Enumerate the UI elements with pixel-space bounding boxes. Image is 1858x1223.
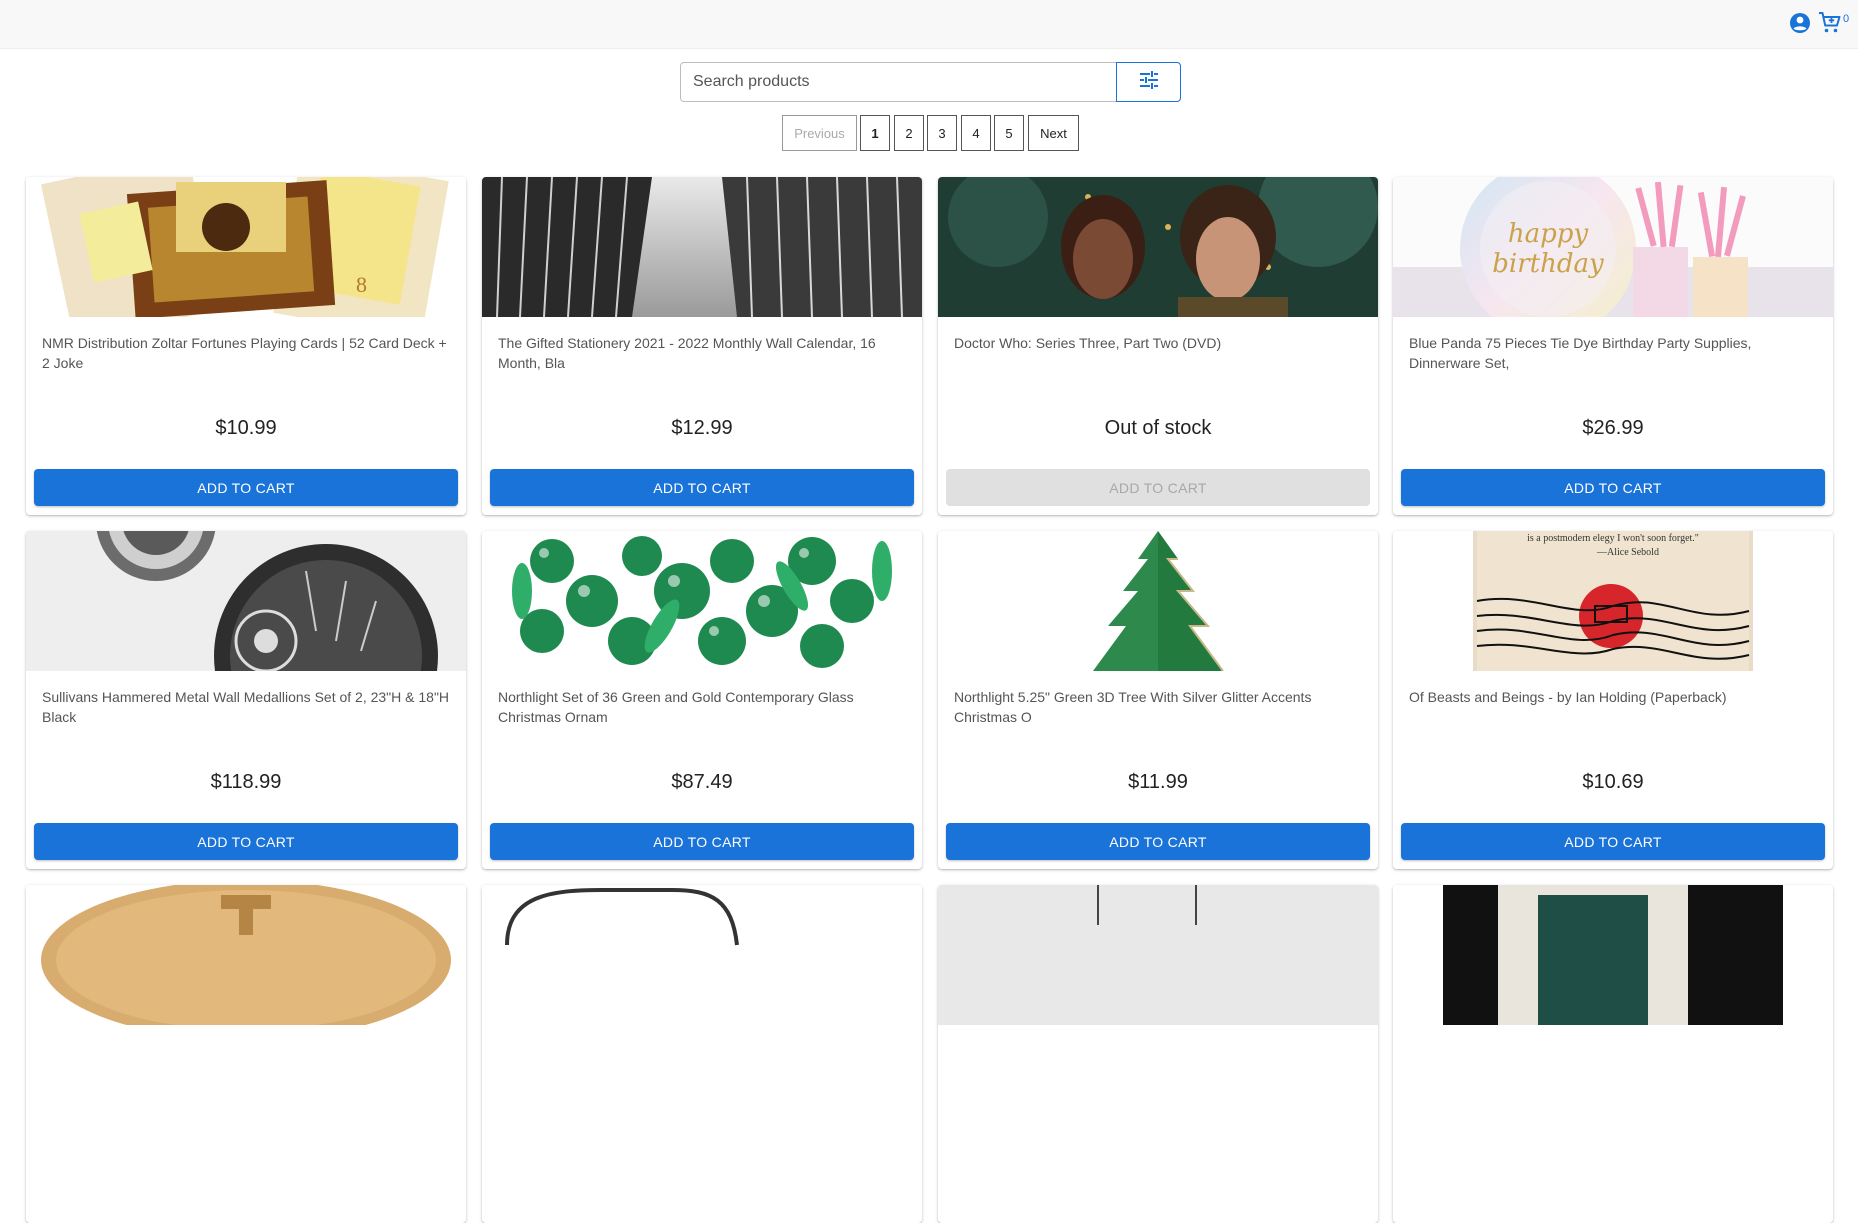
product-price: $118.99 <box>210 771 282 793</box>
plate-text: birthday <box>1492 249 1604 279</box>
account-circle-icon[interactable] <box>1788 11 1812 35</box>
product-image[interactable]: 8 <box>26 177 466 317</box>
product-title[interactable]: Doctor Who: Series Three, Part Two (DVD) <box>954 333 1364 353</box>
product-card: Northlight Set of 36 Green and Gold Cont… <box>482 531 922 869</box>
product-card: is a postmodern elegy I won't soon forge… <box>1393 531 1833 869</box>
add-to-cart-button[interactable]: ADD TO CART <box>946 823 1370 860</box>
page-4-button[interactable]: 4 <box>961 115 991 151</box>
book-cover-quote: is a postmodern elegy I won't soon forge… <box>1527 533 1699 544</box>
product-card: happy birthday Blue Panda 75 Pieces Tie … <box>1393 177 1833 515</box>
product-price: $87.49 <box>671 771 733 793</box>
svg-text:8: 8 <box>356 272 367 297</box>
filter-button[interactable] <box>1116 62 1181 102</box>
product-title[interactable]: The Gifted Stationery 2021 - 2022 Monthl… <box>498 333 908 373</box>
add-to-cart-button[interactable]: ADD TO CART <box>34 823 458 860</box>
shopping-cart-icon <box>1818 11 1842 35</box>
top-app-bar: 0 <box>0 0 1858 49</box>
product-image[interactable] <box>482 885 922 1025</box>
product-card: Sullivans Hammered Metal Wall Medallions… <box>26 531 466 869</box>
product-card <box>26 885 466 1223</box>
add-to-cart-button[interactable]: ADD TO CART <box>1401 823 1825 860</box>
previous-page-button[interactable]: Previous <box>782 115 857 151</box>
product-price: $10.69 <box>1582 771 1644 793</box>
next-page-button[interactable]: Next <box>1028 115 1079 151</box>
product-card: 8 NMR Distribution Zoltar Fortunes Playi… <box>26 177 466 515</box>
product-title[interactable]: Of Beasts and Beings - by Ian Holding (P… <box>1409 687 1819 707</box>
product-card: Doctor Who: Series Three, Part Two (DVD)… <box>938 177 1378 515</box>
product-image[interactable] <box>482 531 922 671</box>
page-5-button[interactable]: 5 <box>994 115 1024 151</box>
product-price: $26.99 <box>1582 417 1644 439</box>
product-card <box>1393 885 1833 1223</box>
page-3-button[interactable]: 3 <box>927 115 957 151</box>
product-title[interactable]: Northlight Set of 36 Green and Gold Cont… <box>498 687 908 727</box>
stock-status: Out of stock <box>1104 417 1212 439</box>
product-card: Northlight 5.25" Green 3D Tree With Silv… <box>938 531 1378 869</box>
search-input[interactable] <box>680 62 1117 102</box>
product-image[interactable]: is a postmodern elegy I won't soon forge… <box>1393 531 1833 671</box>
product-card <box>482 885 922 1223</box>
product-title[interactable]: Sullivans Hammered Metal Wall Medallions… <box>42 687 452 727</box>
add-to-cart-button: ADD TO CART <box>946 469 1370 506</box>
add-to-cart-button[interactable]: ADD TO CART <box>490 469 914 506</box>
book-cover-quote-author: —Alice Sebold <box>1596 547 1659 558</box>
cart-count-badge: 0 <box>1843 13 1850 25</box>
product-image[interactable] <box>26 885 466 1025</box>
add-to-cart-button[interactable]: ADD TO CART <box>34 469 458 506</box>
add-to-cart-button[interactable]: ADD TO CART <box>1401 469 1825 506</box>
product-price: $10.99 <box>215 417 277 439</box>
product-card: The Gifted Stationery 2021 - 2022 Monthl… <box>482 177 922 515</box>
product-title[interactable]: Northlight 5.25" Green 3D Tree With Silv… <box>954 687 1364 727</box>
product-image[interactable] <box>938 885 1378 1025</box>
product-card <box>938 885 1378 1223</box>
plate-text: happy <box>1508 219 1589 249</box>
product-image[interactable] <box>482 177 922 317</box>
product-title[interactable]: NMR Distribution Zoltar Fortunes Playing… <box>42 333 452 373</box>
product-image[interactable] <box>938 531 1378 671</box>
product-image[interactable]: happy birthday <box>1393 177 1833 317</box>
product-price: $12.99 <box>671 417 733 439</box>
tune-filter-icon <box>1138 69 1160 96</box>
product-image[interactable] <box>26 531 466 671</box>
product-title[interactable]: Blue Panda 75 Pieces Tie Dye Birthday Pa… <box>1409 333 1819 373</box>
product-image[interactable] <box>938 177 1378 317</box>
page-2-button[interactable]: 2 <box>894 115 924 151</box>
page-1-button[interactable]: 1 <box>860 115 890 151</box>
add-to-cart-button[interactable]: ADD TO CART <box>490 823 914 860</box>
product-price: $11.99 <box>1128 771 1188 793</box>
product-image[interactable] <box>1393 885 1833 1025</box>
